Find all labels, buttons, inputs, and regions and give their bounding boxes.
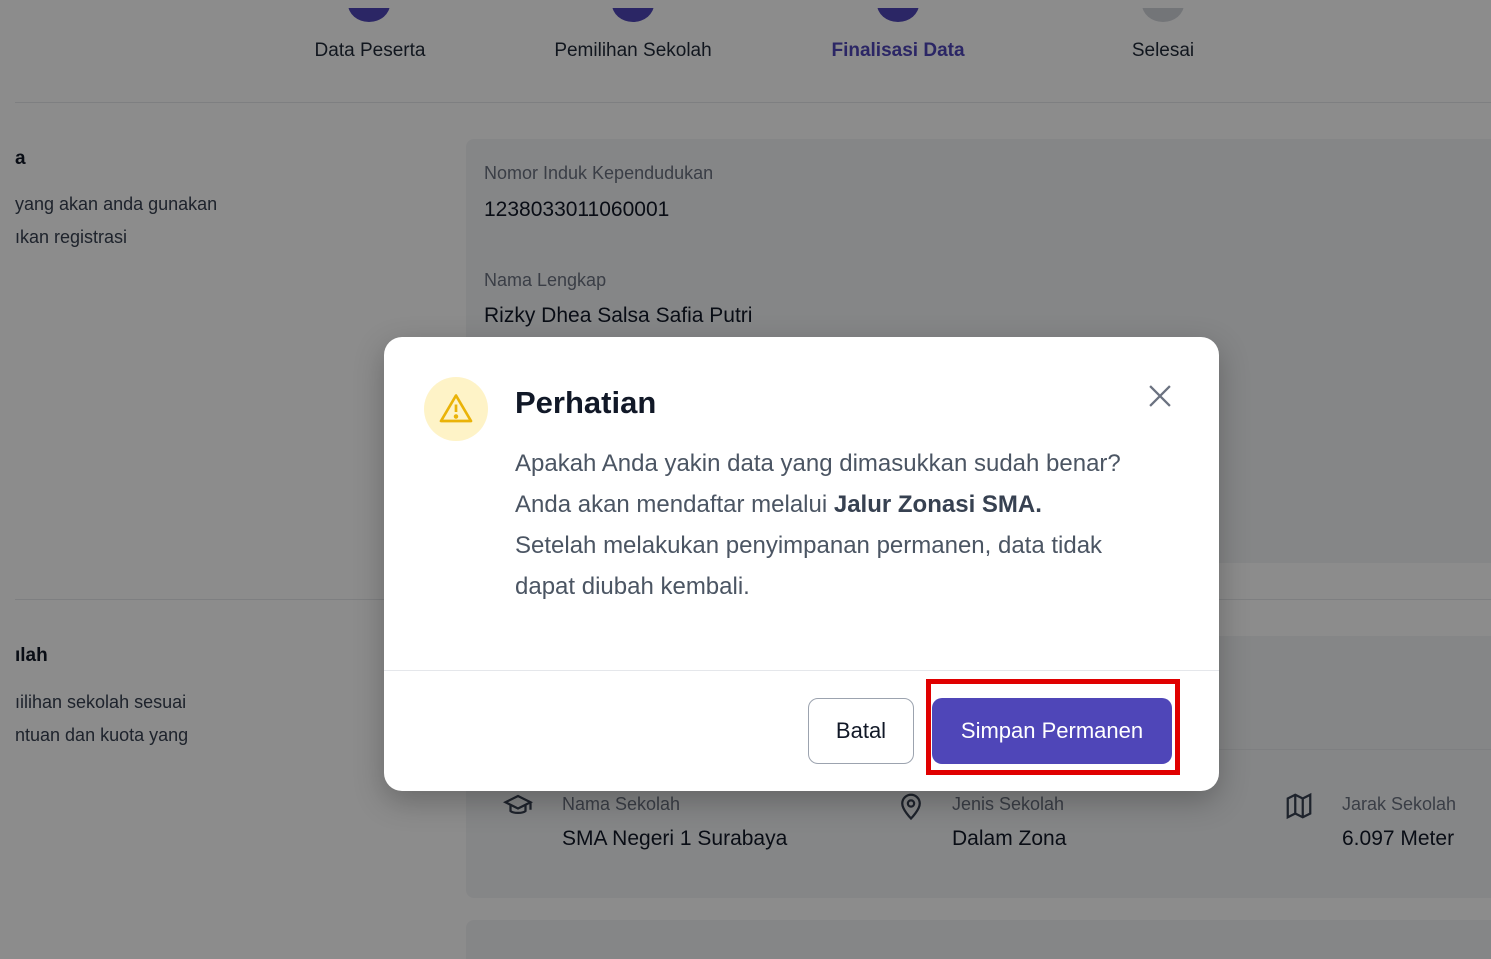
cancel-button[interactable]: Batal bbox=[808, 698, 914, 764]
close-icon[interactable] bbox=[1143, 379, 1177, 413]
modal-title: Perhatian bbox=[515, 385, 657, 420]
close-button[interactable] bbox=[1143, 379, 1177, 413]
warning-badge bbox=[424, 377, 488, 441]
modal-footer-divider bbox=[384, 670, 1219, 671]
modal-message-line: dapat diubah kembali. bbox=[515, 573, 750, 600]
save-permanent-button[interactable]: Simpan Permanen bbox=[932, 698, 1172, 764]
modal-message-text: Anda akan mendaftar melalui bbox=[515, 491, 834, 518]
modal-message-line: Setelah melakukan penyimpanan permanen, … bbox=[515, 532, 1103, 559]
warning-icon bbox=[439, 394, 473, 423]
modal-message: Apakah Anda yakin data yang dimasukkan s… bbox=[515, 443, 1195, 607]
confirmation-modal: Perhatian Apakah Anda yakin data yang di… bbox=[384, 337, 1219, 791]
modal-message-line: Apakah Anda yakin data yang dimasukkan s… bbox=[515, 450, 1121, 477]
modal-message-line: Anda akan mendaftar melalui Jalur Zonasi… bbox=[515, 484, 1195, 525]
route-name: Jalur Zonasi SMA. bbox=[833, 491, 1042, 518]
